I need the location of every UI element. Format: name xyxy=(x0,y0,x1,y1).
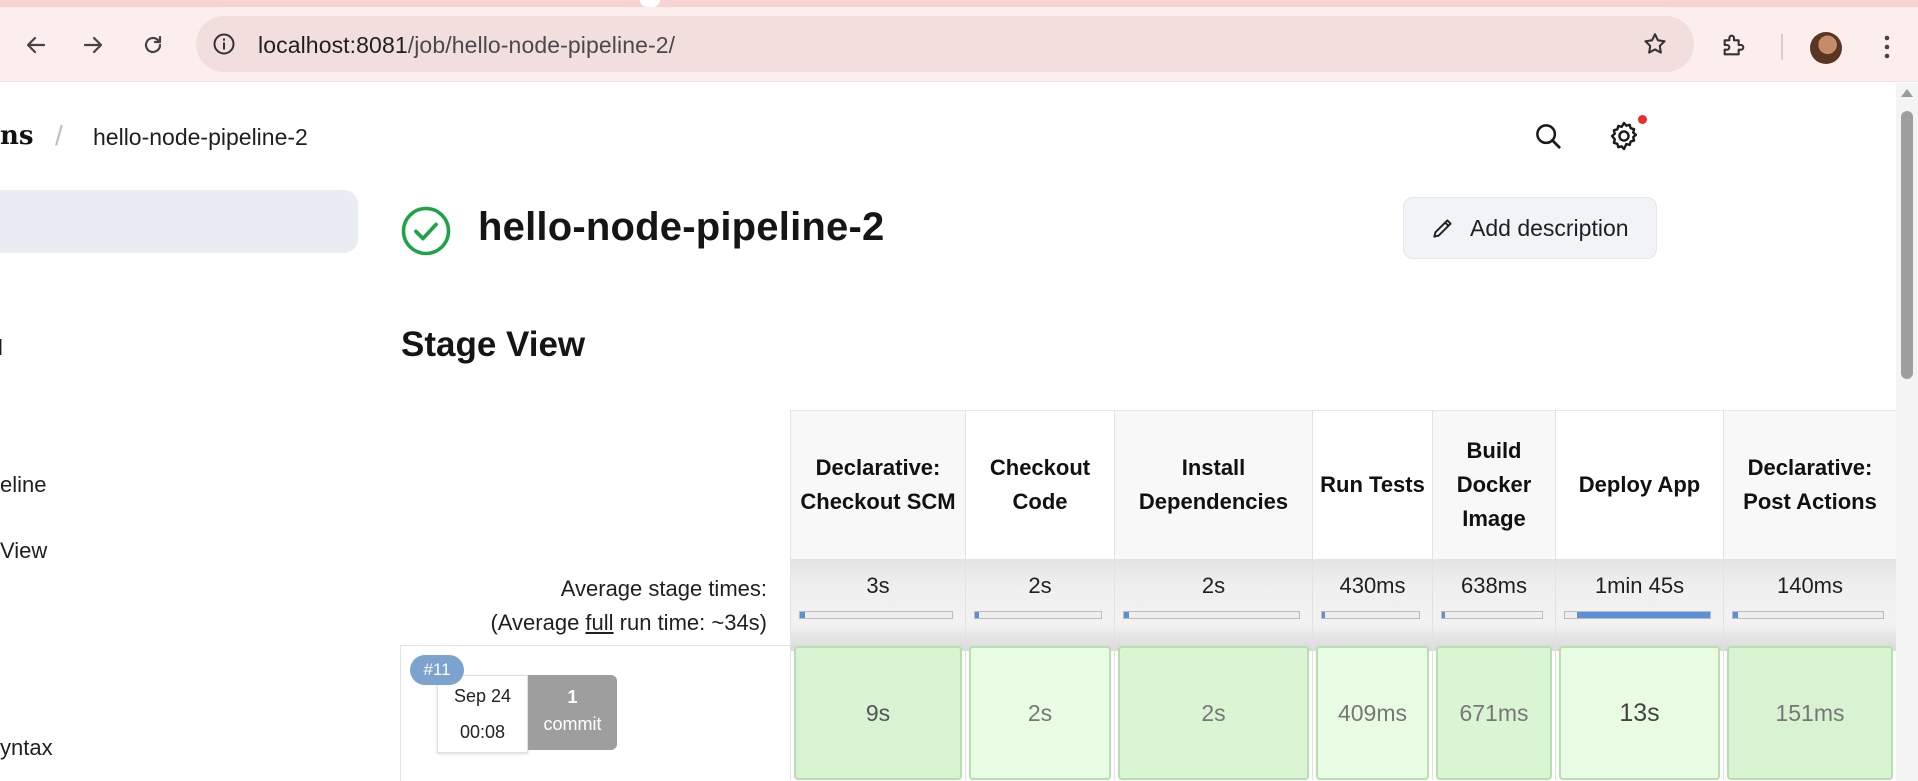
stage-header: Declarative: Post Actions xyxy=(1724,410,1896,559)
stage-avg-bar-fill xyxy=(1733,612,1738,618)
stage-cell[interactable]: 2s xyxy=(969,646,1111,780)
stage-avg-bar xyxy=(799,611,953,619)
stage-avg-bar xyxy=(1321,611,1420,619)
scrollbar-thumb[interactable] xyxy=(1901,111,1913,379)
stage-column: Build Docker Image 638ms 671ms xyxy=(1432,410,1555,780)
gear-icon[interactable] xyxy=(1607,119,1641,153)
stage-cell[interactable]: 409ms xyxy=(1316,646,1429,780)
stage-column: Deploy App 1min 45s 13s xyxy=(1555,410,1723,780)
breadcrumb-job[interactable]: hello-node-pipeline-2 xyxy=(93,124,308,151)
average-full-run-time: (Average full run time: ~34s) xyxy=(490,610,767,636)
stage-column: Declarative: Checkout SCM 3s 9s xyxy=(790,410,965,780)
forward-arrow-icon xyxy=(83,36,103,54)
stage-avg-time: 430ms xyxy=(1339,573,1406,598)
site-info-icon[interactable] xyxy=(212,32,236,56)
stage-avg: 2s xyxy=(966,559,1114,651)
sidebar-item-view[interactable]: View xyxy=(0,538,47,564)
stage-avg-time: 2s xyxy=(1028,573,1052,598)
stage-avg-time: 3s xyxy=(866,573,890,598)
stage-header: Deploy App xyxy=(1556,410,1723,559)
back-arrow-icon xyxy=(26,36,46,54)
build-number-badge[interactable]: #11 xyxy=(410,655,464,685)
search-icon[interactable] xyxy=(1533,121,1563,151)
stage-avg-bar-fill xyxy=(1576,612,1710,618)
build-date-day: Sep 24 xyxy=(453,686,512,706)
browser-toolbar: localhost:8081/job/hello-node-pipeline-2… xyxy=(0,7,1918,82)
forward-button[interactable] xyxy=(73,25,113,65)
tab-strip xyxy=(0,0,1918,7)
stage-avg: 3s xyxy=(791,559,965,651)
stage-avg-time: 2s xyxy=(1201,573,1226,598)
stage-cell[interactable]: 13s xyxy=(1559,646,1720,780)
build-date[interactable]: Sep 24 00:08 xyxy=(437,675,528,753)
stage-column: Run Tests 430ms 409ms xyxy=(1312,410,1432,780)
address-bar[interactable]: localhost:8081/job/hello-node-pipeline-2… xyxy=(196,16,1694,72)
stage-avg-time: 140ms xyxy=(1776,573,1844,598)
stage-column: Checkout Code 2s 2s xyxy=(965,410,1114,780)
back-button[interactable] xyxy=(16,25,56,65)
stage-column: Declarative: Post Actions 140ms 151ms xyxy=(1723,410,1896,780)
stage-header: Run Tests xyxy=(1313,410,1432,559)
pencil-icon xyxy=(1433,219,1452,238)
breadcrumb-separator: / xyxy=(55,120,63,151)
page-scrollbar[interactable] xyxy=(1896,83,1918,781)
stage-avg-bar xyxy=(1564,611,1711,619)
stage-cell[interactable]: 151ms xyxy=(1727,646,1893,780)
check-circle-icon xyxy=(401,206,451,256)
stage-avg: 638ms xyxy=(1433,559,1555,651)
url-text[interactable]: localhost:8081/job/hello-node-pipeline-2… xyxy=(258,32,675,59)
stage-header: Declarative: Checkout SCM xyxy=(791,410,965,559)
commit-count: 1 xyxy=(567,687,578,707)
stage-avg-bar xyxy=(1441,611,1543,619)
stage-avg-bar xyxy=(1123,611,1300,619)
stage-avg: 140ms xyxy=(1724,559,1896,651)
stage-avg-bar-fill xyxy=(1442,612,1445,618)
stage-header: Build Docker Image xyxy=(1433,410,1555,559)
add-description-label: Add description xyxy=(1470,214,1629,241)
toolbar-divider xyxy=(1781,34,1783,60)
breadcrumb-root[interactable]: ns xyxy=(0,121,34,151)
avg-full-suffix: run time: ~34s) xyxy=(613,610,767,635)
add-description-button[interactable]: Add description xyxy=(1403,197,1657,259)
stage-cell[interactable]: 671ms xyxy=(1436,646,1552,780)
stage-avg-bar-fill xyxy=(800,612,805,618)
notification-dot xyxy=(1638,115,1647,124)
stage-avg: 430ms xyxy=(1313,559,1432,651)
stage-avg: 1min 45s xyxy=(1556,559,1723,651)
build-date-time: 00:08 xyxy=(459,722,506,742)
sidebar-item-0[interactable]: l xyxy=(0,335,3,361)
average-stage-times-label: Average stage times: xyxy=(560,576,767,601)
avg-full-prefix: (Average xyxy=(490,610,586,635)
stage-header: Install Dependencies xyxy=(1115,410,1312,559)
stage-avg-bar xyxy=(1732,611,1884,619)
stage-avg-bar xyxy=(974,611,1102,619)
stage-avg-time: 638ms xyxy=(1460,573,1528,598)
stage-avg-bar-fill xyxy=(975,612,979,618)
url-path: /job/hello-node-pipeline-2/ xyxy=(407,32,676,58)
reload-button[interactable] xyxy=(133,25,173,65)
stage-header: Checkout Code xyxy=(966,410,1114,559)
stage-avg-bar-fill xyxy=(1124,612,1130,618)
page-title: hello-node-pipeline-2 xyxy=(478,205,885,249)
stage-avg-time: 1min 45s xyxy=(1594,573,1685,598)
sidebar-item-syntax[interactable]: yntax xyxy=(0,735,53,761)
stage-avg: 2s xyxy=(1115,559,1312,651)
sidebar-selected-item[interactable] xyxy=(0,190,358,253)
stage-avg-bar-fill xyxy=(1322,612,1325,618)
stage-cell[interactable]: 2s xyxy=(1118,646,1309,780)
stage-view-title: Stage View xyxy=(401,325,586,364)
reload-icon xyxy=(144,35,162,54)
stage-cell[interactable]: 9s xyxy=(794,646,962,780)
avg-full-link[interactable]: full xyxy=(585,610,613,635)
sidebar-item-pipeline[interactable]: eline xyxy=(0,472,46,498)
build-commits[interactable]: 1 commit xyxy=(528,675,617,750)
url-host: localhost:8081 xyxy=(258,32,408,58)
kebab-menu-icon[interactable] xyxy=(1875,34,1899,60)
extensions-icon[interactable] xyxy=(1720,31,1748,59)
profile-avatar[interactable] xyxy=(1810,32,1842,64)
stage-column: Install Dependencies 2s 2s xyxy=(1114,410,1312,780)
commit-label: commit xyxy=(543,714,602,734)
scroll-up-arrow[interactable] xyxy=(1901,89,1913,97)
bookmark-star-icon[interactable] xyxy=(1642,31,1668,57)
